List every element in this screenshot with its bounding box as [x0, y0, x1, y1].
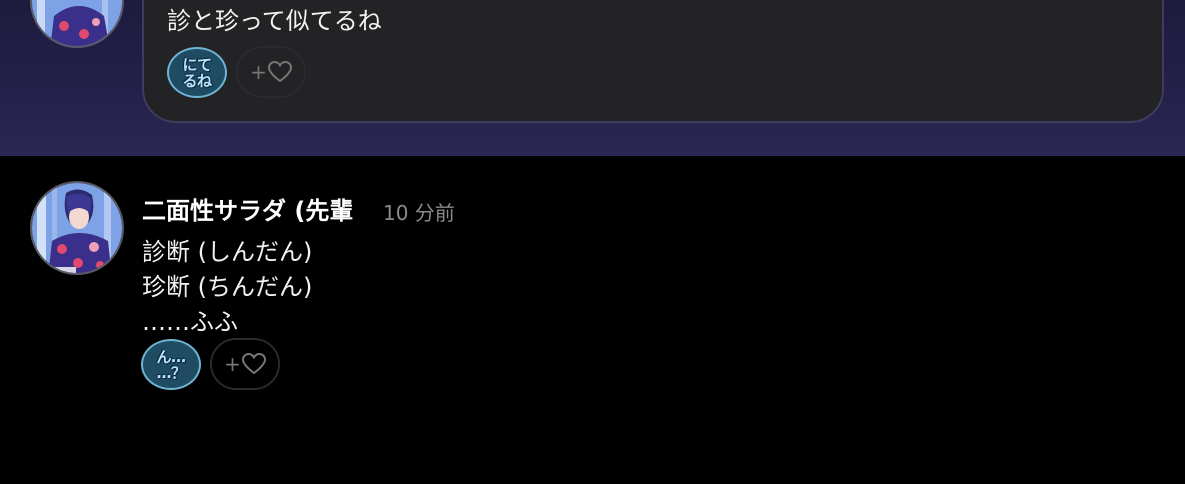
- message-text-line: 珍断 (ちんだん): [142, 273, 313, 301]
- heart-icon: [267, 61, 292, 83]
- message-text-line: ……ふふ: [142, 308, 238, 336]
- avatar[interactable]: [30, 181, 124, 275]
- stamp-line: ん…: [156, 347, 186, 366]
- add-reaction-plus: +: [224, 352, 241, 376]
- stamp-line: にて: [182, 55, 212, 74]
- stamp-line: …？: [156, 363, 186, 382]
- chat-view: 診と珍って似てるね にて るね + 二面性サラダ (先輩 10 分前 診断 (し…: [0, 0, 1185, 484]
- stamp-line: るね: [182, 71, 212, 90]
- add-reaction-button[interactable]: +: [236, 46, 306, 98]
- reaction-button[interactable]: にて るね: [167, 47, 227, 98]
- username[interactable]: 二面性サラダ (先輩: [142, 194, 353, 228]
- timestamp: 10 分前: [383, 201, 455, 225]
- reaction-button[interactable]: ん… …？: [141, 339, 201, 390]
- add-reaction-plus: +: [250, 60, 267, 84]
- message-text: 診と珍って似てるね: [167, 7, 382, 35]
- add-reaction-button[interactable]: +: [210, 338, 280, 390]
- heart-icon: [241, 353, 266, 375]
- custom-emoji-stamp-icon: にて るね: [169, 49, 225, 96]
- avatar-image: [32, 183, 122, 273]
- custom-emoji-stamp-icon: ん… …？: [143, 341, 199, 388]
- message-text-line: 診断 (しんだん): [142, 238, 313, 266]
